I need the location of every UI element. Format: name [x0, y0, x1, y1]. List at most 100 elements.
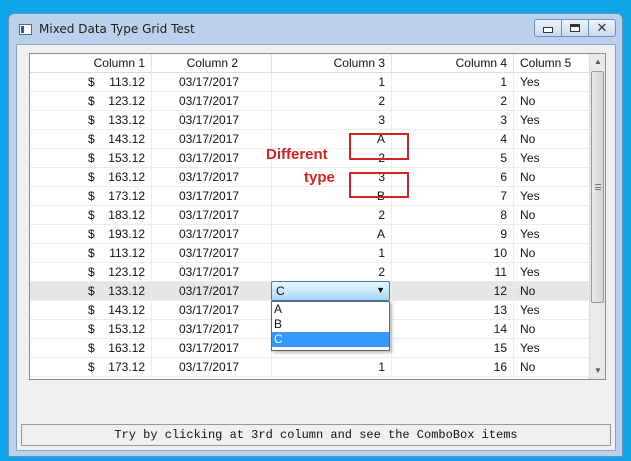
cell-column-2[interactable]: 03/17/2017 [152, 225, 272, 243]
cell-column-5[interactable]: No [514, 92, 590, 110]
cell-column-2[interactable]: 03/17/2017 [152, 301, 272, 319]
cell-column-4[interactable]: 16 [392, 358, 514, 376]
cell-column-3[interactable]: A [272, 225, 392, 243]
close-button[interactable]: ✕ [588, 19, 616, 37]
cell-column-5[interactable]: Yes [514, 263, 590, 281]
dropdown-arrow-icon[interactable]: ▼ [376, 285, 385, 295]
table-row[interactable]: $123.12 03/17/2017 2 2 No [30, 92, 590, 111]
cell-column-5[interactable]: No [514, 244, 590, 262]
minimize-button[interactable] [534, 19, 562, 37]
cell-column-1[interactable]: $193.12 [30, 225, 152, 243]
cell-column-2[interactable]: 03/17/2017 [152, 358, 272, 376]
cell-column-1[interactable]: $113.12 [30, 73, 152, 91]
dropdown-option-highlighted[interactable]: C [272, 332, 389, 347]
column3-combobox[interactable]: C ▼ [271, 281, 390, 301]
cell-column-2[interactable]: 03/17/2017 [152, 187, 272, 205]
cell-column-3[interactable]: 2 [272, 206, 392, 224]
column-header-1[interactable]: Column 1 [30, 54, 152, 73]
cell-column-2[interactable]: 03/17/2017 [152, 282, 272, 300]
cell-column-4[interactable]: 2 [392, 92, 514, 110]
column-header-5[interactable]: Column 5 [514, 54, 590, 73]
cell-column-2[interactable]: 03/17/2017 [152, 320, 272, 338]
cell-column-2[interactable]: 03/17/2017 [152, 168, 272, 186]
table-row[interactable]: $173.12 03/17/2017 B 7 Yes [30, 187, 590, 206]
cell-column-2[interactable]: 03/17/2017 [152, 339, 272, 357]
cell-column-4[interactable]: 14 [392, 320, 514, 338]
data-grid[interactable]: Column 1 Column 2 Column 3 Column 4 Colu… [29, 53, 606, 380]
cell-column-4[interactable]: 12 [392, 282, 514, 300]
cell-column-1[interactable]: $173.12 [30, 358, 152, 376]
cell-column-5[interactable]: No [514, 320, 590, 338]
cell-column-1[interactable]: $123.12 [30, 92, 152, 110]
cell-column-1[interactable]: $163.12 [30, 168, 152, 186]
cell-column-5[interactable]: Yes [514, 225, 590, 243]
table-row[interactable]: $113.12 03/17/2017 1 10 No [30, 244, 590, 263]
table-row[interactable]: $173.12 03/17/2017 1 16 No [30, 358, 590, 377]
cell-column-1[interactable]: $153.12 [30, 149, 152, 167]
cell-column-5[interactable]: No [514, 206, 590, 224]
cell-column-4[interactable]: 6 [392, 168, 514, 186]
dropdown-option[interactable]: B [272, 317, 389, 332]
cell-column-3[interactable]: 1 [272, 73, 392, 91]
cell-column-1[interactable]: $133.12 [30, 282, 152, 300]
table-row[interactable]: $123.12 03/17/2017 2 11 Yes [30, 263, 590, 282]
cell-column-3[interactable]: 2 [272, 263, 392, 281]
cell-column-4[interactable]: 4 [392, 130, 514, 148]
cell-column-5[interactable]: Yes [514, 111, 590, 129]
maximize-button[interactable] [561, 19, 589, 37]
cell-column-2[interactable]: 03/17/2017 [152, 263, 272, 281]
cell-column-1[interactable]: $183.12 [30, 206, 152, 224]
cell-column-2[interactable]: 03/17/2017 [152, 111, 272, 129]
table-row[interactable]: $183.12 03/17/2017 2 8 No [30, 206, 590, 225]
scroll-down-arrow-icon[interactable]: ▼ [590, 363, 605, 379]
cell-column-4[interactable]: 8 [392, 206, 514, 224]
cell-column-4[interactable]: 11 [392, 263, 514, 281]
cell-column-3[interactable]: 2 [272, 92, 392, 110]
cell-column-2[interactable]: 03/17/2017 [152, 130, 272, 148]
cell-column-5[interactable]: Yes [514, 187, 590, 205]
cell-column-5[interactable]: No [514, 168, 590, 186]
cell-column-5[interactable]: No [514, 282, 590, 300]
scroll-thumb[interactable] [591, 71, 604, 303]
column-header-2[interactable]: Column 2 [152, 54, 272, 73]
cell-column-1[interactable]: $123.12 [30, 263, 152, 281]
table-row[interactable]: $133.12 03/17/2017 3 3 Yes [30, 111, 590, 130]
cell-column-1[interactable]: $113.12 [30, 244, 152, 262]
cell-column-3[interactable]: 3 [272, 111, 392, 129]
cell-column-5[interactable]: No [514, 358, 590, 376]
cell-column-2[interactable]: 03/17/2017 [152, 206, 272, 224]
cell-column-4[interactable]: 9 [392, 225, 514, 243]
column-header-3[interactable]: Column 3 [272, 54, 392, 73]
cell-column-4[interactable]: 3 [392, 111, 514, 129]
table-row[interactable]: $193.12 03/17/2017 A 9 Yes [30, 225, 590, 244]
vertical-scrollbar[interactable]: ▲ ▼ [589, 54, 605, 379]
scroll-up-arrow-icon[interactable]: ▲ [590, 54, 605, 70]
cell-column-2[interactable]: 03/17/2017 [152, 244, 272, 262]
cell-column-1[interactable]: $173.12 [30, 187, 152, 205]
cell-column-2[interactable]: 03/17/2017 [152, 149, 272, 167]
cell-column-4[interactable]: 5 [392, 149, 514, 167]
cell-column-1[interactable]: $143.12 [30, 301, 152, 319]
cell-column-1[interactable]: $153.12 [30, 320, 152, 338]
cell-column-4[interactable]: 7 [392, 187, 514, 205]
cell-column-1[interactable]: $133.12 [30, 111, 152, 129]
cell-column-2[interactable]: 03/17/2017 [152, 73, 272, 91]
cell-column-3[interactable]: 1 [272, 244, 392, 262]
cell-column-2[interactable]: 03/17/2017 [152, 92, 272, 110]
title-bar[interactable]: Mixed Data Type Grid Test ✕ [9, 14, 622, 44]
cell-column-5[interactable]: Yes [514, 339, 590, 357]
cell-column-3[interactable]: 1 [272, 358, 392, 376]
cell-column-5[interactable]: No [514, 130, 590, 148]
dropdown-option[interactable]: A [272, 302, 389, 317]
cell-column-1[interactable]: $143.12 [30, 130, 152, 148]
cell-column-4[interactable]: 13 [392, 301, 514, 319]
cell-column-5[interactable]: Yes [514, 149, 590, 167]
cell-column-5[interactable]: Yes [514, 301, 590, 319]
table-row[interactable]: $113.12 03/17/2017 1 1 Yes [30, 73, 590, 92]
cell-column-1[interactable]: $163.12 [30, 339, 152, 357]
cell-column-4[interactable]: 1 [392, 73, 514, 91]
cell-column-5[interactable]: Yes [514, 73, 590, 91]
column-header-4[interactable]: Column 4 [392, 54, 514, 73]
cell-column-4[interactable]: 15 [392, 339, 514, 357]
cell-column-4[interactable]: 10 [392, 244, 514, 262]
